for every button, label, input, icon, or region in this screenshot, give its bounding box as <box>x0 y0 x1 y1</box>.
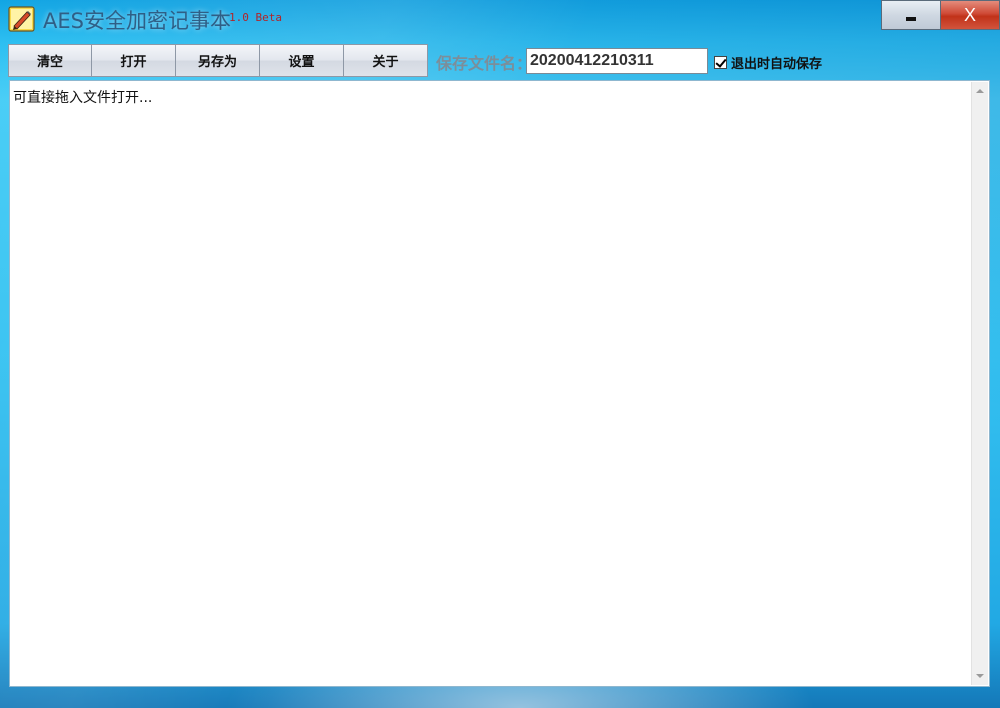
minimize-icon <box>906 17 916 21</box>
check-icon <box>715 56 727 68</box>
title-bar[interactable]: AES安全加密记事本 1.0 Beta X <box>0 0 1000 38</box>
version-label: 1.0 Beta <box>229 11 282 24</box>
scroll-up-icon[interactable] <box>976 89 984 93</box>
autosave-checkbox[interactable] <box>714 56 727 69</box>
filename-label: 保存文件名： <box>436 54 533 73</box>
clear-button[interactable]: 清空 <box>8 44 92 77</box>
editor-textarea[interactable]: 可直接拖入文件打开... <box>9 80 990 687</box>
filename-input[interactable] <box>526 48 708 74</box>
settings-button[interactable]: 设置 <box>260 44 344 77</box>
app-window: AES安全加密记事本 1.0 Beta X 清空 打开 另存为 设置 关于 保存… <box>0 0 1000 708</box>
toolbar: 清空 打开 另存为 设置 关于 <box>8 44 428 77</box>
window-title: AES安全加密记事本 <box>43 9 231 33</box>
close-icon: X <box>963 4 976 25</box>
open-button[interactable]: 打开 <box>92 44 176 77</box>
scroll-down-icon[interactable] <box>976 674 984 678</box>
about-button[interactable]: 关于 <box>344 44 428 77</box>
minimize-button[interactable] <box>881 0 940 30</box>
save-as-button[interactable]: 另存为 <box>176 44 260 77</box>
notepad-pencil-icon <box>8 6 35 32</box>
autosave-option[interactable]: 退出时自动保存 <box>714 53 822 72</box>
vertical-scrollbar[interactable] <box>971 82 988 685</box>
autosave-label[interactable]: 退出时自动保存 <box>731 53 822 72</box>
editor-placeholder: 可直接拖入文件打开... <box>13 90 153 106</box>
close-button[interactable]: X <box>940 0 1000 30</box>
